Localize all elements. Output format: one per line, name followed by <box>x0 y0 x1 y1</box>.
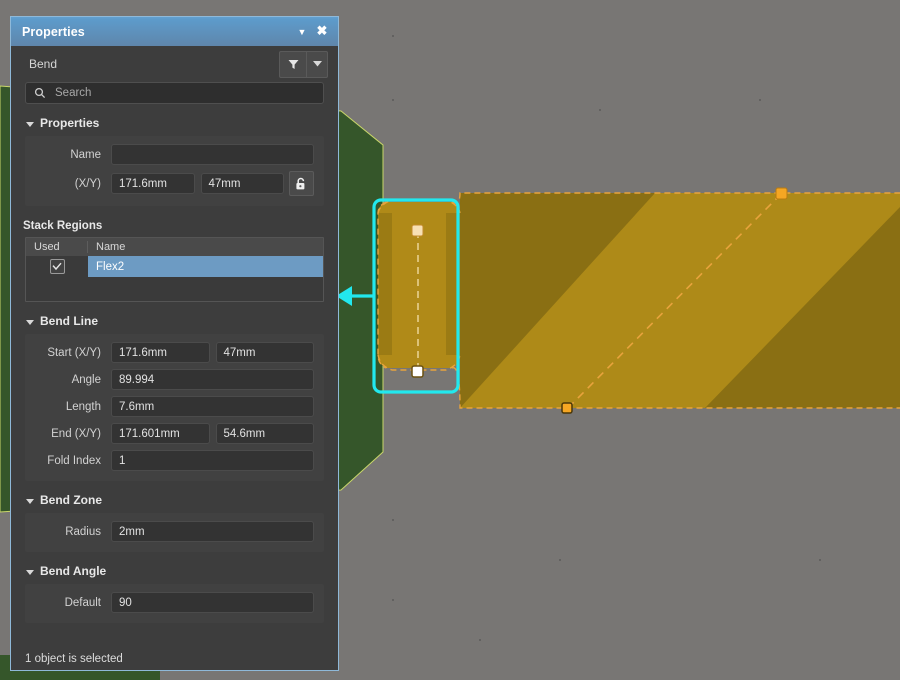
fold-line-bottom-vertex[interactable] <box>561 402 573 414</box>
start-y-field[interactable]: 47mm <box>215 342 314 363</box>
collapse-triangle-icon <box>26 498 34 504</box>
collapse-triangle-icon <box>26 319 34 325</box>
used-checkbox[interactable] <box>49 259 65 274</box>
collapse-triangle-icon <box>26 121 34 127</box>
panel-body: Bend Search Properties Name (X/Y) 171.6m… <box>11 46 338 670</box>
xy-row: (X/Y) 171.6mm 47mm <box>33 171 314 196</box>
start-row: Start (X/Y) 171.6mm 47mm <box>33 342 314 363</box>
unlocked-padlock-icon[interactable] <box>289 171 314 196</box>
radius-row: Radius 2mm <box>33 521 314 542</box>
length-label: Length <box>65 400 101 413</box>
length-field[interactable]: 7.6mm <box>111 396 314 417</box>
table-row[interactable]: Flex2 <box>26 256 323 277</box>
collapse-triangle-icon <box>26 569 34 575</box>
section-header-bend-zone[interactable]: Bend Zone <box>11 481 338 513</box>
section-title-bend-zone: Bend Zone <box>40 493 102 507</box>
used-cell <box>26 259 88 274</box>
panel-subheader: Bend <box>11 46 338 82</box>
table-header-row: Used Name <box>26 238 323 256</box>
bend-zone-group: Radius 2mm <box>25 513 324 552</box>
status-bar: 1 object is selected <box>11 648 338 670</box>
table-empty-area <box>26 277 323 301</box>
start-x-field[interactable]: 171.6mm <box>111 342 210 363</box>
radius-label: Radius <box>65 525 101 538</box>
end-label: End (X/Y) <box>51 427 101 440</box>
bend-line-group: Start (X/Y) 171.6mm 47mm Angle 89.994 Le… <box>25 334 324 481</box>
end-y-field[interactable]: 54.6mm <box>215 423 314 444</box>
bend-angle-group: Default 90 <box>25 584 324 623</box>
end-row: End (X/Y) 171.601mm 54.6mm <box>33 423 314 444</box>
section-title-bend-line: Bend Line <box>40 314 99 328</box>
app-root: Properties ▼ ✖ Bend Search Properties Na… <box>0 0 900 680</box>
fold-index-row: Fold Index 1 <box>33 450 314 471</box>
filter-dropdown-chevron-down-icon[interactable] <box>306 51 327 77</box>
object-type-label: Bend <box>29 57 58 71</box>
close-icon[interactable]: ✖ <box>312 21 332 42</box>
search-icon <box>34 87 46 99</box>
radius-field[interactable]: 2mm <box>111 521 314 542</box>
end-x-field[interactable]: 171.601mm <box>111 423 210 444</box>
stack-regions-table: Used Name Flex2 <box>25 237 324 302</box>
y-field[interactable]: 47mm <box>200 173 284 194</box>
funnel-icon[interactable] <box>280 52 306 77</box>
default-angle-field[interactable]: 90 <box>111 592 314 613</box>
name-field[interactable] <box>111 144 314 165</box>
stack-regions-title: Stack Regions <box>23 220 103 232</box>
search-box[interactable] <box>25 82 324 104</box>
default-angle-row: Default 90 <box>33 592 314 613</box>
fold-index-label: Fold Index <box>47 454 101 467</box>
angle-row: Angle 89.994 <box>33 369 314 390</box>
column-header-used: Used <box>26 241 88 253</box>
status-text: 1 object is selected <box>25 653 123 665</box>
fold-index-field[interactable]: 1 <box>111 450 314 471</box>
name-label: Name <box>70 148 101 161</box>
search-input[interactable] <box>53 86 315 100</box>
fold-line-top-vertex[interactable] <box>775 187 788 200</box>
bend-line-end-vertex[interactable] <box>411 365 424 378</box>
region-name-cell[interactable]: Flex2 <box>88 256 323 277</box>
panel-title: Properties <box>22 24 85 39</box>
start-label: Start (X/Y) <box>47 346 101 359</box>
section-title-properties: Properties <box>40 116 100 130</box>
section-header-bend-angle[interactable]: Bend Angle <box>11 552 338 584</box>
panel-titlebar[interactable]: Properties ▼ ✖ <box>11 17 338 46</box>
filter-button-group <box>279 50 328 78</box>
column-header-name: Name <box>96 241 126 253</box>
bend-line-start-vertex[interactable] <box>411 224 424 237</box>
xy-label: (X/Y) <box>74 177 101 190</box>
section-header-properties[interactable]: Properties <box>11 104 338 136</box>
length-row: Length 7.6mm <box>33 396 314 417</box>
angle-label: Angle <box>71 373 101 386</box>
search-row <box>11 82 338 104</box>
default-angle-label: Default <box>64 596 101 609</box>
section-title-bend-angle: Bend Angle <box>40 564 107 578</box>
name-row: Name <box>33 144 314 165</box>
bend-strip-shade-left <box>378 213 392 355</box>
properties-panel: Properties ▼ ✖ Bend Search Properties Na… <box>10 16 339 671</box>
angle-field[interactable]: 89.994 <box>111 369 314 390</box>
chevron-down-icon[interactable]: ▼ <box>292 22 312 42</box>
x-field[interactable]: 171.6mm <box>111 173 195 194</box>
properties-group: Name (X/Y) 171.6mm 47mm <box>25 136 324 206</box>
section-header-bend-line[interactable]: Bend Line <box>11 302 338 334</box>
